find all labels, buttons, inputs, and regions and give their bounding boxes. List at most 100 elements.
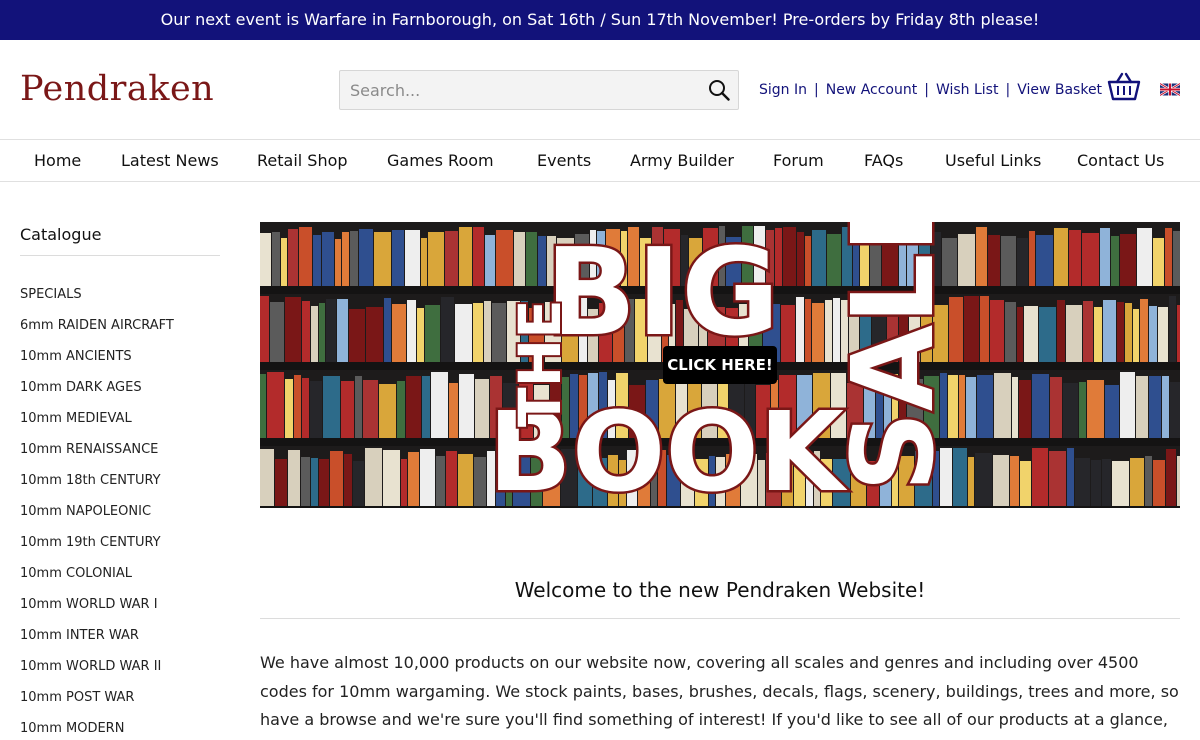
book-spine [275,459,287,506]
banner-text-the: THE [506,299,574,427]
book-spine [1133,309,1139,362]
catalogue-list: SPECIALS 6mm RAIDEN AIRCRAFT 10mm ANCIEN… [20,286,220,740]
catalogue-item[interactable]: 10mm INTER WAR [20,627,220,658]
book-spine [1019,380,1031,438]
book-spine [397,381,405,438]
book-spine [964,296,979,362]
nav-useful-links[interactable]: Useful Links [945,141,1041,181]
book-spine [1094,307,1102,362]
wish-list-link[interactable]: Wish List [936,82,999,98]
book-spine [1177,305,1180,362]
book-spine [319,303,325,362]
nav-contact-us[interactable]: Contact Us [1077,141,1164,181]
announcement-bar: Our next event is Warfare in Farnborough… [0,0,1200,40]
book-spine [285,297,301,362]
book-spine [272,232,280,286]
book-spine [1153,238,1164,286]
promo-banner[interactable]: BIG BOOK THE SALE CLICK HERE! [260,222,1180,508]
book-spine [302,378,309,438]
catalogue-item[interactable]: 10mm COLONIAL [20,565,220,596]
book-spine [1012,377,1018,438]
catalogue-item[interactable]: 10mm 19th CENTURY [20,534,220,565]
catalogue-item[interactable]: 10mm 18th CENTURY [20,472,220,503]
book-spine [988,235,1000,286]
catalogue-item[interactable]: 6mm RAIDEN AIRCRAFT [20,317,220,348]
nav-games-room[interactable]: Games Room [387,141,494,181]
book-spine [1001,236,1016,286]
book-spine [514,232,525,286]
book-spine [302,301,310,362]
search-bar [339,70,739,110]
book-spine [311,306,318,362]
catalogue-item[interactable]: SPECIALS [20,286,220,317]
nav-latest-news[interactable]: Latest News [121,141,219,181]
book-spine [990,300,1004,362]
book-spine [359,229,373,286]
book-spine [980,296,989,362]
catalogue-item[interactable]: 10mm MEDIEVAL [20,410,220,441]
book-spine [1149,376,1161,438]
uk-flag-icon[interactable] [1160,83,1180,96]
site-logo[interactable]: Pendraken [20,69,214,109]
view-basket-link[interactable]: View Basket [1017,82,1102,98]
book-spine [392,230,404,286]
book-spine [812,230,826,286]
catalogue-item[interactable]: 10mm WORLD WAR I [20,596,220,627]
book-spine [492,303,506,362]
click-here-button[interactable]: CLICK HERE! [663,346,777,384]
book-spine [417,308,424,362]
nav-events[interactable]: Events [537,141,591,181]
search-input[interactable] [340,71,690,109]
separator: | [814,82,819,98]
book-spine [1083,301,1093,362]
separator: | [924,82,929,98]
book-spine [310,381,322,438]
book-spine [993,455,1009,506]
book-spine [1166,449,1176,506]
book-spine [1005,302,1016,362]
book-spine [421,238,427,286]
nav-forum[interactable]: Forum [773,141,824,181]
book-spine [1069,230,1081,286]
catalogue-item[interactable]: 10mm ANCIENTS [20,348,220,379]
book-spine [783,227,796,286]
book-spine [459,227,472,286]
site-header: Pendraken Sign In | New Account | Wish L… [0,40,1200,140]
nav-retail-shop[interactable]: Retail Shop [257,141,348,181]
catalogue-item[interactable]: 10mm MODERN [20,720,220,740]
book-spine [485,235,495,286]
book-spine [976,227,987,286]
catalogue-item[interactable]: 10mm RENAISSANCE [20,441,220,472]
nav-home[interactable]: Home [34,141,81,181]
book-spine [1029,231,1035,286]
book-spine [975,453,992,506]
book-spine [1173,231,1180,286]
book-spine [1169,296,1176,362]
nav-faqs[interactable]: FAQs [864,141,903,181]
search-icon [709,80,730,101]
welcome-divider [260,618,1180,619]
search-button[interactable] [706,77,732,103]
book-spine [311,458,318,506]
book-spine [1066,305,1082,362]
book-spine [436,456,445,506]
basket-icon[interactable] [1107,72,1141,104]
book-spine [301,457,310,506]
book-spine [363,380,378,438]
catalogue-item[interactable]: 10mm NAPOLEONIC [20,503,220,534]
book-spine [459,374,474,438]
sign-in-link[interactable]: Sign In [759,82,807,98]
welcome-heading: Welcome to the new Pendraken Website! [514,578,926,602]
catalogue-item[interactable]: 10mm DARK AGES [20,379,220,410]
book-spine [449,383,458,438]
book-spine [1082,233,1099,286]
book-spine [285,379,293,438]
nav-army-builder[interactable]: Army Builder [630,141,734,181]
book-spine [1017,238,1028,286]
book-spine [455,304,472,362]
book-spine [337,299,348,362]
new-account-link[interactable]: New Account [826,82,918,98]
catalogue-item[interactable]: 10mm POST WAR [20,689,220,720]
catalogue-item[interactable]: 10mm WORLD WAR II [20,658,220,689]
book-spine [407,300,416,362]
